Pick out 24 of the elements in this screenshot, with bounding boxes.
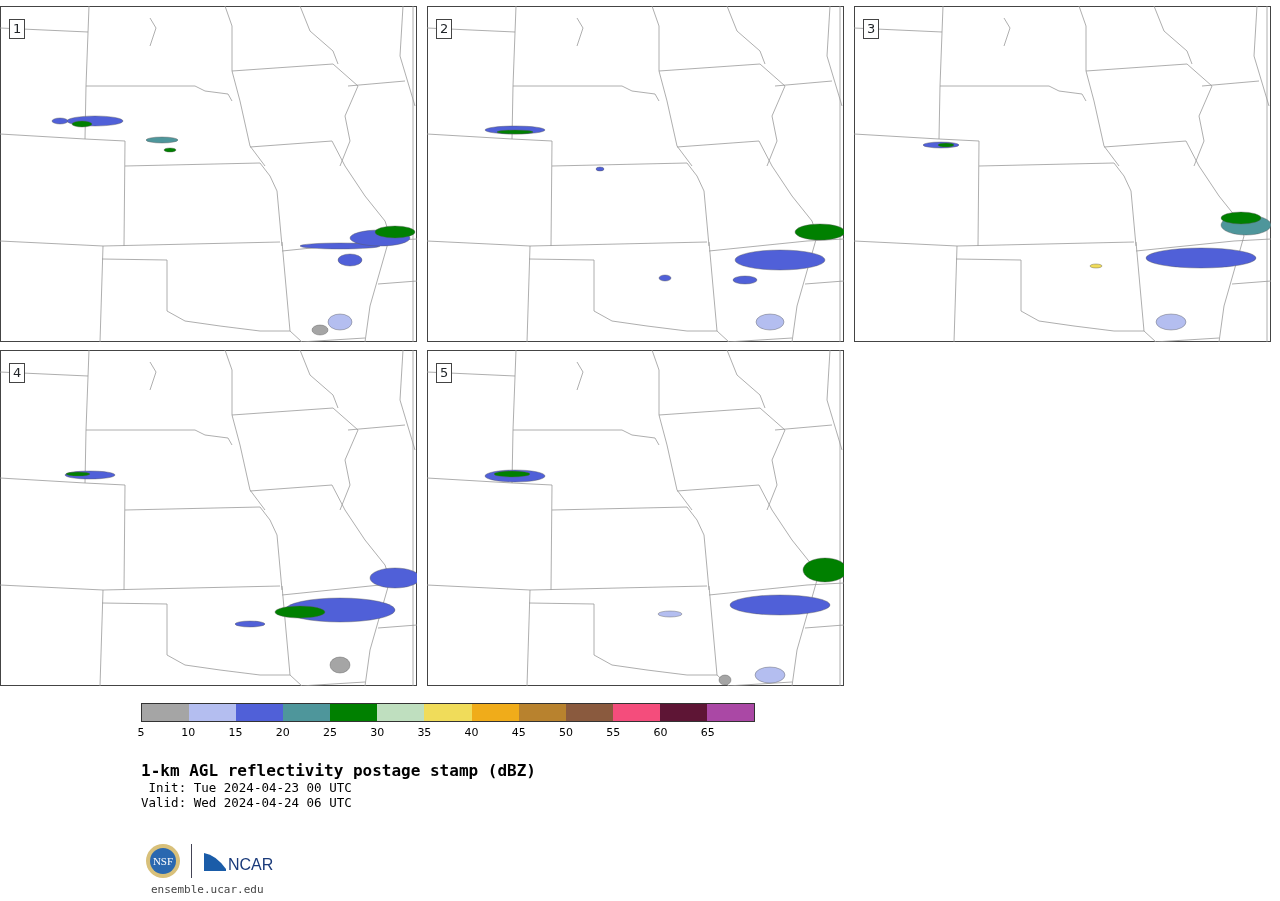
nsf-logo: NSF (145, 843, 181, 879)
panel-number: 3 (863, 19, 880, 39)
tick-label: 65 (700, 726, 715, 739)
ncar-logo: NCAR (202, 849, 276, 873)
panel-number: 5 (436, 363, 453, 383)
tick-label: 45 (511, 726, 526, 739)
tick-label: 55 (606, 726, 621, 739)
init-time: Init: Tue 2024-04-23 00 UTC (147, 780, 353, 795)
tick-label: 10 (181, 726, 196, 739)
tick-label: 5 (137, 726, 145, 739)
tick-label: 25 (322, 726, 337, 739)
tick-label: 50 (559, 726, 574, 739)
tick-label: 20 (275, 726, 290, 739)
tick-label: 30 (370, 726, 385, 739)
valid-time: Valid: Wed 2024-04-24 06 UTC (141, 795, 353, 810)
panel-number: 1 (9, 19, 26, 39)
panel-number: 2 (436, 19, 453, 39)
panel-number: 4 (9, 363, 26, 383)
tick-label: 60 (653, 726, 668, 739)
tick-label: 35 (417, 726, 432, 739)
tick-label: 15 (228, 726, 243, 739)
tick-label: 40 (464, 726, 479, 739)
chart-title: 1-km AGL reflectivity postage stamp (dBZ) (141, 762, 537, 780)
website-url: ensemble.ucar.edu (151, 883, 265, 896)
